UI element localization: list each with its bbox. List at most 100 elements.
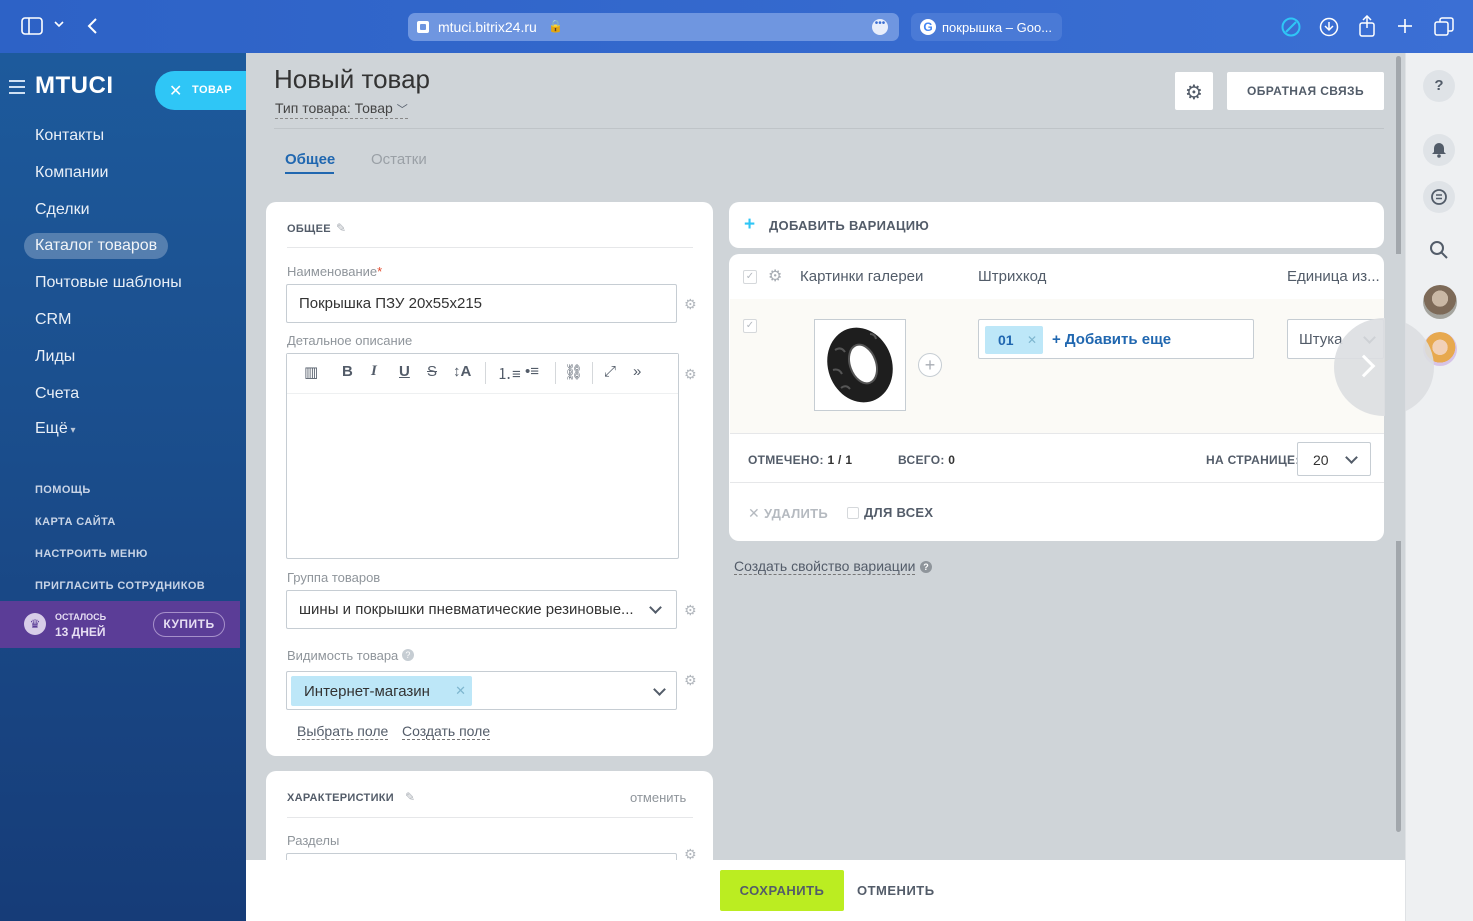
per-page-select[interactable]: 20 [1297, 442, 1371, 476]
pencil-icon[interactable]: ✎ [336, 221, 346, 235]
name-input[interactable]: Покрышка ПЗУ 20х55х215 [286, 284, 677, 323]
more-icon[interactable]: » [633, 363, 641, 380]
name-label: Наименование* [287, 264, 383, 279]
bullet-list-icon[interactable]: •≡ [525, 363, 539, 380]
for-all-checkbox[interactable] [847, 507, 859, 519]
remove-icon[interactable]: ✕ [455, 683, 466, 699]
save-button[interactable]: СОХРАНИТЬ [720, 870, 844, 911]
tab-general[interactable]: Общее [285, 151, 335, 168]
site-favicon-icon [417, 21, 429, 33]
toolbar-separator [485, 362, 486, 384]
remove-icon[interactable]: ✕ [1027, 333, 1037, 347]
menu-icon[interactable] [9, 80, 25, 98]
buy-button[interactable]: КУПИТЬ [153, 612, 225, 637]
delete-button[interactable]: ✕ УДАЛИТЬ [748, 505, 828, 522]
fullscreen-icon[interactable]: ⤢ [604, 363, 616, 380]
gear-icon[interactable]: ⚙ [684, 602, 697, 619]
address-url: mtuci.bitrix24.ru [438, 19, 537, 35]
address-bar[interactable]: mtuci.bitrix24.ru 🔒 ••• [408, 13, 899, 41]
visibility-label: Видимость товара ? [287, 648, 414, 663]
pencil-icon[interactable]: ✎ [405, 790, 415, 804]
cancel-button[interactable]: ОТМЕНИТЬ [857, 883, 935, 898]
back-icon[interactable] [86, 17, 98, 35]
bell-icon[interactable] [1423, 134, 1455, 166]
chat-icon[interactable] [1423, 181, 1455, 213]
create-variation-property-link[interactable]: Создать свойство вариации [734, 558, 916, 575]
select-all-checkbox[interactable]: ✓ [743, 270, 757, 284]
media-icon[interactable]: ▥ [304, 363, 318, 381]
help-icon[interactable]: ? [1423, 70, 1455, 102]
sidebar-item-companies[interactable]: Компании [35, 164, 109, 182]
general-section-title: ОБЩЕЕ [287, 223, 331, 235]
gear-icon[interactable]: ⚙ [684, 672, 697, 689]
sidebar-item-invoices[interactable]: Счета [35, 385, 79, 403]
name-value: Покрышка ПЗУ 20х55х215 [299, 295, 483, 312]
column-barcode[interactable]: Штрихкод [978, 268, 1046, 285]
page-title: Новый товар [274, 64, 430, 94]
strikethrough-icon[interactable]: S [427, 363, 437, 380]
font-size-icon[interactable]: ↕A [453, 363, 471, 380]
divider [287, 247, 693, 248]
bold-icon[interactable]: B [342, 363, 353, 380]
more-options-icon[interactable]: ••• [872, 19, 888, 35]
scroll-right-button[interactable] [1334, 318, 1434, 416]
add-image-button[interactable]: + [918, 353, 942, 377]
settings-button[interactable]: ⚙ [1175, 72, 1213, 110]
characteristics-cancel[interactable]: отменить [630, 790, 686, 805]
underline-icon[interactable]: U [399, 363, 410, 380]
product-type-selector[interactable]: Тип товара: Товар ﹀ [275, 100, 408, 119]
sidebar-item-mail-templates[interactable]: Почтовые шаблоны [35, 274, 182, 292]
chevron-down-icon: ﹀ [396, 104, 408, 116]
numbered-list-icon[interactable]: ⒈≡ [497, 363, 521, 384]
barcode-add-more[interactable]: + Добавить еще [1052, 331, 1171, 348]
tab-stock[interactable]: Остатки [371, 151, 427, 168]
download-icon[interactable] [1319, 17, 1339, 37]
sidebar-item-deals[interactable]: Сделки [35, 201, 90, 219]
link-icon[interactable]: ⛓ [564, 363, 583, 381]
add-variation-button[interactable]: ДОБАВИТЬ ВАРИАЦИЮ [769, 218, 929, 233]
sidebar-help[interactable]: ПОМОЩЬ [35, 484, 91, 496]
for-all-label[interactable]: ДЛЯ ВСЕХ [864, 505, 933, 520]
browser-tab-google[interactable]: G покрышка – Goo... [911, 13, 1062, 41]
gear-icon[interactable]: ⚙ [684, 366, 697, 383]
feedback-button[interactable]: ОБРАТНАЯ СВЯЗЬ [1227, 72, 1384, 110]
chevron-down-icon [1345, 451, 1358, 464]
column-gallery[interactable]: Картинки галереи [800, 268, 923, 285]
shield-icon[interactable] [1281, 17, 1301, 37]
sidebar-item-more[interactable]: Ещё ▾ [35, 420, 76, 438]
sidebar-toggle-icon[interactable] [21, 17, 43, 35]
sidebar-item-contacts[interactable]: Контакты [35, 127, 104, 145]
sidebar-item-leads[interactable]: Лиды [35, 348, 75, 366]
help-icon[interactable]: ? [920, 561, 932, 573]
select-field-link[interactable]: Выбрать поле [297, 723, 389, 740]
visibility-tag: Интернет-магазин ✕ [291, 676, 472, 706]
create-field-link[interactable]: Создать поле [402, 723, 491, 740]
group-select[interactable]: шины и покрышки пневматические резиновые… [286, 590, 677, 629]
chevron-down-icon [653, 683, 666, 696]
product-image[interactable] [814, 319, 906, 411]
sidebar-configure-menu[interactable]: НАСТРОИТЬ МЕНЮ [35, 548, 148, 560]
italic-icon[interactable]: I [371, 363, 377, 380]
close-icon: ✕ [169, 83, 183, 100]
avatar[interactable] [1423, 285, 1457, 319]
gear-icon[interactable]: ⚙ [684, 296, 697, 313]
gear-icon[interactable]: ⚙ [768, 266, 782, 286]
sidebar-item-catalog[interactable]: Каталог товаров [24, 233, 169, 259]
new-tab-icon[interactable] [1396, 17, 1414, 35]
description-editor[interactable]: ▥ B I U S ↕A ⒈≡ •≡ ⛓ ⤢ » [286, 353, 679, 559]
tabs-overview-icon[interactable] [1434, 17, 1454, 37]
chevron-down-icon[interactable] [53, 19, 65, 29]
share-icon[interactable] [1358, 15, 1376, 37]
barcode-input[interactable]: 01 ✕ + Добавить еще [978, 319, 1254, 359]
search-icon[interactable] [1429, 240, 1449, 260]
row-checkbox[interactable]: ✓ [743, 319, 757, 333]
trial-line2: 13 ДНЕЙ [55, 625, 106, 639]
sidebar-item-crm[interactable]: CRM [35, 311, 71, 329]
close-product-button[interactable]: ✕ ТОВАР [155, 71, 246, 110]
tab-title: покрышка – Goo... [942, 20, 1053, 35]
sidebar-invite[interactable]: ПРИГЛАСИТЬ СОТРУДНИКОВ [35, 580, 205, 592]
sidebar-sitemap[interactable]: КАРТА САЙТА [35, 516, 116, 528]
trial-banner: ♛ ОСТАЛОСЬ 13 ДНЕЙ КУПИТЬ [0, 601, 240, 648]
help-icon[interactable]: ? [401, 649, 414, 661]
column-unit[interactable]: Единица из... [1287, 268, 1380, 285]
